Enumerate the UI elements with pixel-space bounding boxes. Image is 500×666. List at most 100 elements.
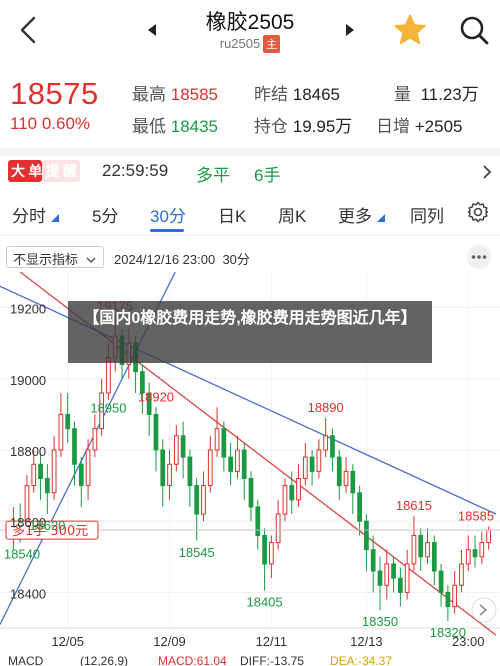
candle-up — [384, 563, 390, 586]
candle-up — [268, 542, 274, 565]
candle-down — [153, 413, 159, 451]
candle-down — [431, 542, 437, 572]
tab-more-label: 更多 — [338, 207, 372, 226]
y-tick-label: 18800 — [10, 444, 46, 459]
macd-bar: MACD (12,26,9) MACD:61.04 DIFF:-13.75 DE… — [0, 654, 500, 666]
candle-up — [411, 534, 417, 565]
candle-up — [404, 563, 410, 593]
news-overlay-banner[interactable]: 【国内0橡胶费用走势,橡胶费用走势图近几年】 — [68, 301, 432, 363]
tab-more-dropdown-icon — [376, 214, 385, 222]
chevron-right-icon[interactable] — [482, 165, 492, 179]
x-tick-label: 12/09 — [153, 634, 186, 649]
candle-down — [309, 456, 315, 472]
volume-label: 量 — [394, 85, 411, 104]
tab-daily[interactable]: 日K — [218, 202, 246, 227]
next-contract-icon[interactable] — [344, 23, 356, 37]
y-tick-label: 19000 — [10, 373, 46, 388]
candle-down — [418, 534, 424, 558]
candle-up — [316, 449, 322, 472]
candle-down — [357, 492, 362, 522]
period-tabs: 分时 5分 30分 日K 周K 更多 同列 — [0, 196, 500, 236]
big-order-badge: 大单提醒 — [8, 160, 80, 182]
price-annotation: 18405 — [246, 595, 282, 610]
candle-up — [479, 542, 485, 558]
gear-icon[interactable] — [466, 200, 490, 224]
price-annotation: 18585 — [458, 509, 494, 524]
x-axis: 12/05 12/09 12/11 12/13 23:00 — [51, 634, 484, 649]
x-tick-label: 12/05 — [51, 634, 84, 649]
section-divider — [0, 148, 500, 156]
high-cell: 最高 18585 — [132, 80, 218, 105]
top-nav: 橡胶2505 ru2505 主 — [0, 0, 500, 64]
volume-value: 11.23万 — [420, 85, 479, 104]
scroll-latest-button — [471, 597, 497, 623]
candle-down — [228, 456, 234, 472]
candle-down — [38, 463, 43, 479]
open-interest-cell: 持仓 19.95万 — [254, 112, 352, 137]
tab-more[interactable]: 更多 — [338, 202, 385, 227]
tab-peers-label: 同列 — [410, 207, 444, 226]
candle-down — [72, 428, 77, 465]
candle-down — [391, 563, 396, 579]
more-options-icon[interactable] — [466, 244, 492, 270]
tab-5min[interactable]: 5分 — [92, 202, 118, 227]
low-cell: 最低 18435 — [132, 112, 218, 137]
candle-up — [486, 529, 491, 544]
candle-down — [78, 463, 84, 487]
candle-up — [343, 470, 349, 487]
y-tick-label: 18400 — [10, 586, 46, 601]
favorite-star-icon[interactable] — [392, 12, 428, 48]
quote-panel: 18575 110 0.60% 最高 18585 最低 18435 昨结 184… — [0, 66, 500, 150]
candle-up — [275, 513, 281, 544]
daily-oi-cell: 日增 +2505 — [376, 112, 462, 137]
tab-weekly[interactable]: 周K — [278, 202, 306, 227]
tab-30min-label: 30分 — [150, 207, 186, 226]
price-annotation: 18615 — [396, 498, 432, 513]
candle-up — [31, 463, 37, 487]
tab-30min[interactable]: 30分 — [150, 202, 186, 227]
candle-down — [350, 470, 356, 494]
tab-dropdown-icon — [50, 214, 59, 222]
macd-params: (12,26,9) — [80, 654, 129, 666]
y-tick-label: 19200 — [10, 302, 46, 317]
candle-up — [425, 542, 430, 558]
volume-cell: 量 11.23万 — [394, 80, 479, 105]
candle-up — [296, 477, 301, 501]
price-annotation: 18920 — [138, 389, 174, 404]
prev-settle-cell: 昨结 18465 — [254, 80, 340, 105]
candle-down — [187, 456, 193, 487]
candle-down — [438, 570, 444, 593]
candle-down — [330, 435, 335, 458]
high-label: 最高 — [132, 85, 166, 104]
candle-down — [397, 577, 403, 593]
last-price: 18575 — [10, 76, 99, 111]
price-annotation: 18620 — [29, 518, 65, 533]
candle-down — [289, 485, 295, 501]
position-layer: 多1手 300元 — [0, 520, 500, 540]
chart-datetime: 2024/12/16 23:00 — [114, 252, 216, 267]
candle-down — [248, 477, 254, 508]
chevron-down-icon — [86, 257, 96, 264]
prev-settle-value: 18465 — [292, 85, 341, 104]
candle-up — [92, 428, 98, 451]
macd-value: MACD:61.04 — [158, 654, 227, 666]
chart-meta: 2024/12/16 23:00 30分 — [114, 249, 250, 268]
indicator-toggle-label: 不显示指标 — [13, 252, 79, 267]
macd-label[interactable]: MACD — [8, 654, 43, 666]
open-interest-label: 持仓 — [254, 117, 288, 136]
tab-intraday-label: 分时 — [12, 207, 46, 226]
tab-intraday[interactable]: 分时 — [12, 202, 59, 227]
search-icon[interactable] — [458, 14, 490, 46]
candle-down — [377, 570, 383, 586]
x-tick-label: 12/13 — [350, 634, 383, 649]
candle-up — [173, 435, 179, 465]
price-change: 110 0.60% — [10, 114, 90, 134]
main-contract-badge: 主 — [263, 35, 281, 53]
price-annotation: 18950 — [90, 401, 126, 416]
big-order-alert[interactable]: 大单提醒 22:59:59 多平 6手 — [0, 156, 500, 188]
indicator-toggle-button[interactable]: 不显示指标 — [6, 246, 104, 268]
candle-down — [44, 477, 50, 494]
candle-down — [241, 449, 247, 479]
price-annotation: 18890 — [308, 400, 344, 415]
tab-peers[interactable]: 同列 — [410, 202, 444, 227]
